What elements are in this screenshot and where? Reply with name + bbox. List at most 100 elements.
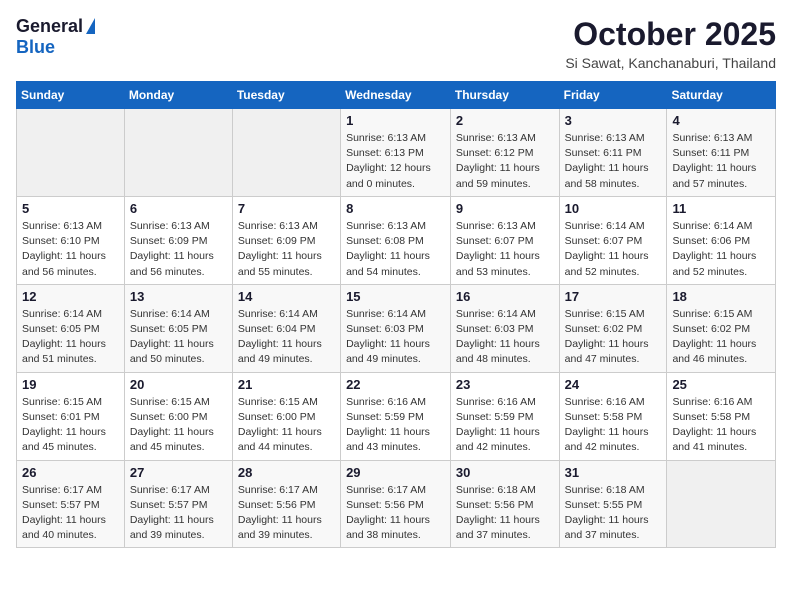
day-info: Sunrise: 6:16 AM Sunset: 5:59 PM Dayligh… [456, 395, 554, 456]
day-info: Sunrise: 6:13 AM Sunset: 6:07 PM Dayligh… [456, 219, 554, 280]
day-number: 2 [456, 113, 554, 128]
weekday-header-row: SundayMondayTuesdayWednesdayThursdayFrid… [17, 82, 776, 109]
day-cell: 19 Sunrise: 6:15 AM Sunset: 6:01 PM Dayli… [17, 372, 125, 460]
day-cell: 22 Sunrise: 6:16 AM Sunset: 5:59 PM Dayli… [341, 372, 451, 460]
day-info: Sunrise: 6:17 AM Sunset: 5:56 PM Dayligh… [238, 483, 335, 544]
day-info: Sunrise: 6:17 AM Sunset: 5:57 PM Dayligh… [22, 483, 119, 544]
day-cell: 9 Sunrise: 6:13 AM Sunset: 6:07 PM Daylig… [450, 196, 559, 284]
day-cell: 10 Sunrise: 6:14 AM Sunset: 6:07 PM Dayli… [559, 196, 667, 284]
page-header: General Blue October 2025 Si Sawat, Kanc… [16, 16, 776, 71]
day-cell: 18Sunrise: 6:15 AM Sunset: 6:02 PM Dayli… [667, 284, 776, 372]
day-number: 3 [565, 113, 662, 128]
day-info: Sunrise: 6:15 AM Sunset: 6:00 PM Dayligh… [130, 395, 227, 456]
day-cell: 20Sunrise: 6:15 AM Sunset: 6:00 PM Dayli… [124, 372, 232, 460]
day-cell: 7 Sunrise: 6:13 AM Sunset: 6:09 PM Daylig… [232, 196, 340, 284]
day-number: 26 [22, 465, 119, 480]
day-info: Sunrise: 6:15 AM Sunset: 6:02 PM Dayligh… [565, 307, 662, 368]
day-cell: 15 Sunrise: 6:14 AM Sunset: 6:03 PM Dayli… [341, 284, 451, 372]
day-info: Sunrise: 6:13 AM Sunset: 6:12 PM Dayligh… [456, 131, 554, 192]
day-number: 23 [456, 377, 554, 392]
day-number: 29 [346, 465, 445, 480]
day-info: Sunrise: 6:13 AM Sunset: 6:09 PM Dayligh… [130, 219, 227, 280]
day-info: Sunrise: 6:14 AM Sunset: 6:03 PM Dayligh… [456, 307, 554, 368]
day-cell: 2 Sunrise: 6:13 AM Sunset: 6:12 PM Daylig… [450, 109, 559, 197]
day-number: 11 [672, 201, 770, 216]
day-info: Sunrise: 6:14 AM Sunset: 6:05 PM Dayligh… [22, 307, 119, 368]
day-info: Sunrise: 6:15 AM Sunset: 6:00 PM Dayligh… [238, 395, 335, 456]
day-number: 30 [456, 465, 554, 480]
day-info: Sunrise: 6:16 AM Sunset: 5:58 PM Dayligh… [672, 395, 770, 456]
day-info: Sunrise: 6:16 AM Sunset: 5:59 PM Dayligh… [346, 395, 445, 456]
weekday-header-monday: Monday [124, 82, 232, 109]
day-cell [17, 109, 125, 197]
day-info: Sunrise: 6:15 AM Sunset: 6:01 PM Dayligh… [22, 395, 119, 456]
day-number: 16 [456, 289, 554, 304]
day-number: 14 [238, 289, 335, 304]
weekday-header-tuesday: Tuesday [232, 82, 340, 109]
day-number: 10 [565, 201, 662, 216]
day-cell: 26 Sunrise: 6:17 AM Sunset: 5:57 PM Dayli… [17, 460, 125, 548]
day-info: Sunrise: 6:13 AM Sunset: 6:09 PM Dayligh… [238, 219, 335, 280]
logo-general-text: General [16, 16, 83, 37]
day-number: 5 [22, 201, 119, 216]
day-cell: 29Sunrise: 6:17 AM Sunset: 5:56 PM Dayli… [341, 460, 451, 548]
day-number: 25 [672, 377, 770, 392]
day-info: Sunrise: 6:17 AM Sunset: 5:57 PM Dayligh… [130, 483, 227, 544]
week-row-4: 19 Sunrise: 6:15 AM Sunset: 6:01 PM Dayli… [17, 372, 776, 460]
day-number: 1 [346, 113, 445, 128]
day-info: Sunrise: 6:13 AM Sunset: 6:11 PM Dayligh… [565, 131, 662, 192]
day-cell: 16 Sunrise: 6:14 AM Sunset: 6:03 PM Dayli… [450, 284, 559, 372]
week-row-3: 12Sunrise: 6:14 AM Sunset: 6:05 PM Dayli… [17, 284, 776, 372]
day-cell: 25 Sunrise: 6:16 AM Sunset: 5:58 PM Dayli… [667, 372, 776, 460]
day-cell: 11 Sunrise: 6:14 AM Sunset: 6:06 PM Dayli… [667, 196, 776, 284]
day-cell [124, 109, 232, 197]
day-cell [667, 460, 776, 548]
day-cell: 31 Sunrise: 6:18 AM Sunset: 5:55 PM Dayli… [559, 460, 667, 548]
day-number: 22 [346, 377, 445, 392]
day-info: Sunrise: 6:18 AM Sunset: 5:55 PM Dayligh… [565, 483, 662, 544]
day-number: 19 [22, 377, 119, 392]
day-cell: 17 Sunrise: 6:15 AM Sunset: 6:02 PM Dayli… [559, 284, 667, 372]
day-cell: 5 Sunrise: 6:13 AM Sunset: 6:10 PM Daylig… [17, 196, 125, 284]
day-cell: 27 Sunrise: 6:17 AM Sunset: 5:57 PM Dayli… [124, 460, 232, 548]
day-info: Sunrise: 6:13 AM Sunset: 6:10 PM Dayligh… [22, 219, 119, 280]
weekday-header-sunday: Sunday [17, 82, 125, 109]
day-number: 13 [130, 289, 227, 304]
calendar-table: SundayMondayTuesdayWednesdayThursdayFrid… [16, 81, 776, 548]
day-info: Sunrise: 6:14 AM Sunset: 6:07 PM Dayligh… [565, 219, 662, 280]
day-info: Sunrise: 6:18 AM Sunset: 5:56 PM Dayligh… [456, 483, 554, 544]
day-info: Sunrise: 6:14 AM Sunset: 6:06 PM Dayligh… [672, 219, 770, 280]
day-cell: 21 Sunrise: 6:15 AM Sunset: 6:00 PM Dayli… [232, 372, 340, 460]
weekday-header-thursday: Thursday [450, 82, 559, 109]
day-cell [232, 109, 340, 197]
day-cell: 23 Sunrise: 6:16 AM Sunset: 5:59 PM Dayli… [450, 372, 559, 460]
day-number: 7 [238, 201, 335, 216]
day-info: Sunrise: 6:14 AM Sunset: 6:04 PM Dayligh… [238, 307, 335, 368]
day-cell: 24Sunrise: 6:16 AM Sunset: 5:58 PM Dayli… [559, 372, 667, 460]
day-info: Sunrise: 6:14 AM Sunset: 6:05 PM Dayligh… [130, 307, 227, 368]
week-row-5: 26 Sunrise: 6:17 AM Sunset: 5:57 PM Dayli… [17, 460, 776, 548]
day-number: 6 [130, 201, 227, 216]
day-info: Sunrise: 6:15 AM Sunset: 6:02 PM Dayligh… [672, 307, 770, 368]
calendar-subtitle: Si Sawat, Kanchanaburi, Thailand [565, 55, 776, 71]
day-number: 8 [346, 201, 445, 216]
day-cell: 30 Sunrise: 6:18 AM Sunset: 5:56 PM Dayli… [450, 460, 559, 548]
title-section: October 2025 Si Sawat, Kanchanaburi, Tha… [565, 16, 776, 71]
day-number: 17 [565, 289, 662, 304]
day-info: Sunrise: 6:14 AM Sunset: 6:03 PM Dayligh… [346, 307, 445, 368]
day-info: Sunrise: 6:13 AM Sunset: 6:08 PM Dayligh… [346, 219, 445, 280]
weekday-header-friday: Friday [559, 82, 667, 109]
day-number: 21 [238, 377, 335, 392]
day-cell: 6 Sunrise: 6:13 AM Sunset: 6:09 PM Daylig… [124, 196, 232, 284]
day-cell: 12Sunrise: 6:14 AM Sunset: 6:05 PM Dayli… [17, 284, 125, 372]
week-row-2: 5 Sunrise: 6:13 AM Sunset: 6:10 PM Daylig… [17, 196, 776, 284]
day-number: 15 [346, 289, 445, 304]
day-info: Sunrise: 6:13 AM Sunset: 6:11 PM Dayligh… [672, 131, 770, 192]
day-cell: 3 Sunrise: 6:13 AM Sunset: 6:11 PM Daylig… [559, 109, 667, 197]
day-cell: 8 Sunrise: 6:13 AM Sunset: 6:08 PM Daylig… [341, 196, 451, 284]
day-number: 9 [456, 201, 554, 216]
day-number: 28 [238, 465, 335, 480]
day-number: 24 [565, 377, 662, 392]
day-number: 27 [130, 465, 227, 480]
day-number: 31 [565, 465, 662, 480]
